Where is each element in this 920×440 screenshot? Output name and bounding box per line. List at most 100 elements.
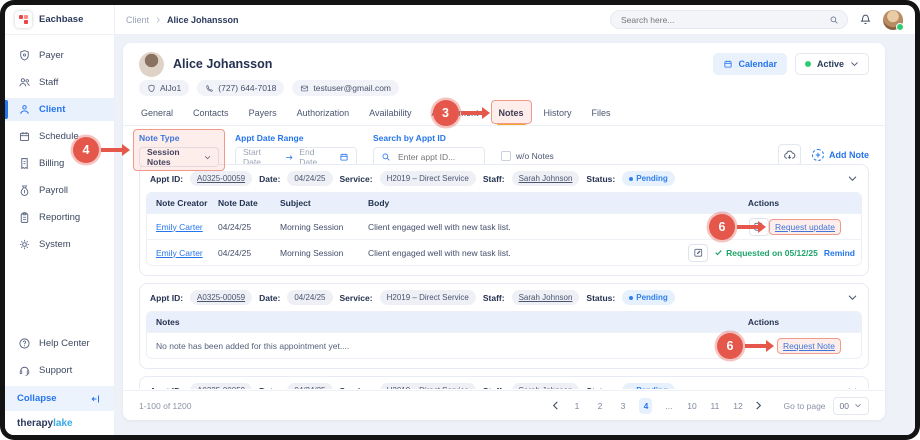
actions-cell: Requested on 05/12/25 Remind	[666, 240, 861, 265]
annotation-step-badge: 3	[433, 100, 459, 126]
global-search[interactable]	[610, 10, 848, 29]
remind-link[interactable]: Remind	[824, 248, 855, 258]
notes-table-header: Notes Actions	[147, 312, 861, 332]
pending-dot	[629, 389, 633, 390]
calendar-button-label: Calendar	[738, 59, 777, 69]
goto-page-value: 00	[840, 401, 849, 411]
note-type-select[interactable]: Session Notes	[139, 147, 219, 167]
cloud-download-icon	[783, 149, 796, 162]
chevron-left-icon[interactable]	[551, 400, 560, 411]
chevron-right-icon[interactable]	[754, 400, 763, 411]
add-note-button[interactable]: + Add Note	[812, 149, 869, 161]
edit-note-button[interactable]	[688, 244, 708, 262]
col-actions: Actions	[666, 198, 861, 208]
tab-general[interactable]: General	[141, 101, 173, 125]
staff-value[interactable]: Sarah Johnson	[512, 383, 580, 389]
staff-value[interactable]: Sarah Johnson	[512, 171, 580, 186]
page-3[interactable]: 3	[616, 401, 629, 411]
service-label: Service:	[340, 174, 373, 184]
appt-id-label: Appt ID:	[150, 293, 183, 303]
page-4-active[interactable]: 4	[639, 398, 652, 414]
sidebar-item-label: Help Center	[39, 338, 90, 349]
client-phone-value: (727) 644-7018	[218, 83, 276, 93]
add-note-label: Add Note	[829, 150, 869, 160]
calendar-button[interactable]: Calendar	[713, 53, 787, 75]
export-button[interactable]	[778, 144, 801, 166]
goto-page: Go to page 00	[783, 397, 869, 415]
without-notes-checkbox[interactable]: w/o Notes	[501, 151, 554, 161]
pending-dot	[629, 177, 633, 181]
search-icon	[829, 15, 839, 25]
page-11[interactable]: 11	[708, 401, 721, 411]
breadcrumb-chevron-icon	[154, 16, 162, 24]
gear-icon	[18, 238, 31, 251]
sidebar-item-payer[interactable]: Payer	[5, 44, 114, 67]
shield-icon	[147, 84, 156, 93]
sidebar-item-label: Payroll	[39, 185, 68, 196]
sidebar-item-label: Billing	[39, 158, 64, 169]
annotation-step-badge: 6	[709, 214, 735, 240]
goto-page-select[interactable]: 00	[833, 397, 869, 415]
chevron-down-icon[interactable]	[847, 175, 858, 182]
chevron-down-icon[interactable]	[847, 294, 858, 301]
sidebar: Payer Staff Client Schedule Billing Payr…	[5, 35, 115, 435]
breadcrumb-parent[interactable]: Client	[126, 15, 149, 25]
appt-id-label: Appt ID:	[150, 174, 183, 184]
appointments-list: Appt ID: A0325-00059 Date: 04/24/25 Serv…	[123, 164, 885, 389]
sidebar-item-support[interactable]: Support	[5, 359, 114, 382]
staff-value[interactable]: Sarah Johnson	[512, 290, 580, 305]
sidebar-item-client[interactable]: Client	[5, 98, 114, 121]
request-note-link[interactable]: Request Note	[783, 341, 835, 351]
client-icon	[18, 103, 31, 116]
chevron-down-icon	[204, 155, 211, 160]
pagination-range: 1-100 of 1200	[139, 401, 191, 411]
date-label: Date:	[259, 293, 280, 303]
appt-id-value[interactable]: A0325-00059	[190, 171, 252, 186]
screenshot-frame: Eachbase Client Alice Johansson Payer	[0, 0, 920, 440]
bell-icon[interactable]	[859, 13, 872, 26]
sidebar-collapse-button[interactable]: Collapse	[5, 386, 114, 411]
chevron-down-icon[interactable]	[847, 387, 858, 389]
tab-notes[interactable]: Notes	[499, 101, 524, 125]
app-body: Payer Staff Client Schedule Billing Payr…	[5, 35, 915, 435]
sidebar-item-reporting[interactable]: Reporting	[5, 206, 114, 229]
sidebar-item-staff[interactable]: Staff	[5, 71, 114, 94]
sidebar-item-payroll[interactable]: Payroll	[5, 179, 114, 202]
global-search-input[interactable]	[619, 14, 823, 26]
sidebar-item-system[interactable]: System	[5, 233, 114, 256]
status-label: Status:	[586, 174, 615, 184]
client-name: Alice Johansson	[173, 57, 272, 71]
note-creator-link[interactable]: Emily Carter	[156, 248, 203, 258]
page-1[interactable]: 1	[570, 401, 583, 411]
sidebar-item-help-center[interactable]: Help Center	[5, 332, 114, 355]
client-status-select[interactable]: Active	[795, 53, 869, 75]
app-logo[interactable]: Eachbase	[5, 5, 115, 34]
appt-search-input[interactable]	[396, 151, 476, 163]
empty-note-text: No note has been added for this appointm…	[147, 341, 666, 351]
appt-id-value[interactable]: A0325-00059	[190, 383, 252, 389]
note-creator-link[interactable]: Emily Carter	[156, 222, 203, 232]
tab-contacts[interactable]: Contacts	[193, 101, 229, 125]
calendar-icon	[339, 152, 349, 162]
page-10[interactable]: 10	[685, 401, 698, 411]
client-email-value: testuser@gmail.com	[313, 83, 391, 93]
appt-id-value[interactable]: A0325-00059	[190, 290, 252, 305]
page-ellipsis: ...	[662, 401, 675, 411]
tab-files[interactable]: Files	[592, 101, 611, 125]
staff-icon	[18, 76, 31, 89]
body-cell: Client engaged well with new task list.	[359, 248, 666, 258]
note-date-cell: 04/24/25	[209, 248, 271, 258]
page-2[interactable]: 2	[593, 401, 606, 411]
page-12[interactable]: 12	[731, 401, 744, 411]
tab-payers[interactable]: Payers	[249, 101, 277, 125]
tab-history[interactable]: History	[544, 101, 572, 125]
tab-availability[interactable]: Availability	[369, 101, 411, 125]
brand-prefix: therapy	[17, 418, 53, 429]
note-date-cell: 04/24/25	[209, 222, 271, 232]
request-update-link[interactable]: Request update	[775, 222, 835, 232]
user-avatar[interactable]	[883, 10, 903, 30]
sidebar-item-label: System	[39, 239, 71, 250]
tab-authorization[interactable]: Authorization	[297, 101, 350, 125]
checkbox-icon[interactable]	[501, 151, 511, 161]
app-window: Eachbase Client Alice Johansson Payer	[5, 5, 915, 435]
